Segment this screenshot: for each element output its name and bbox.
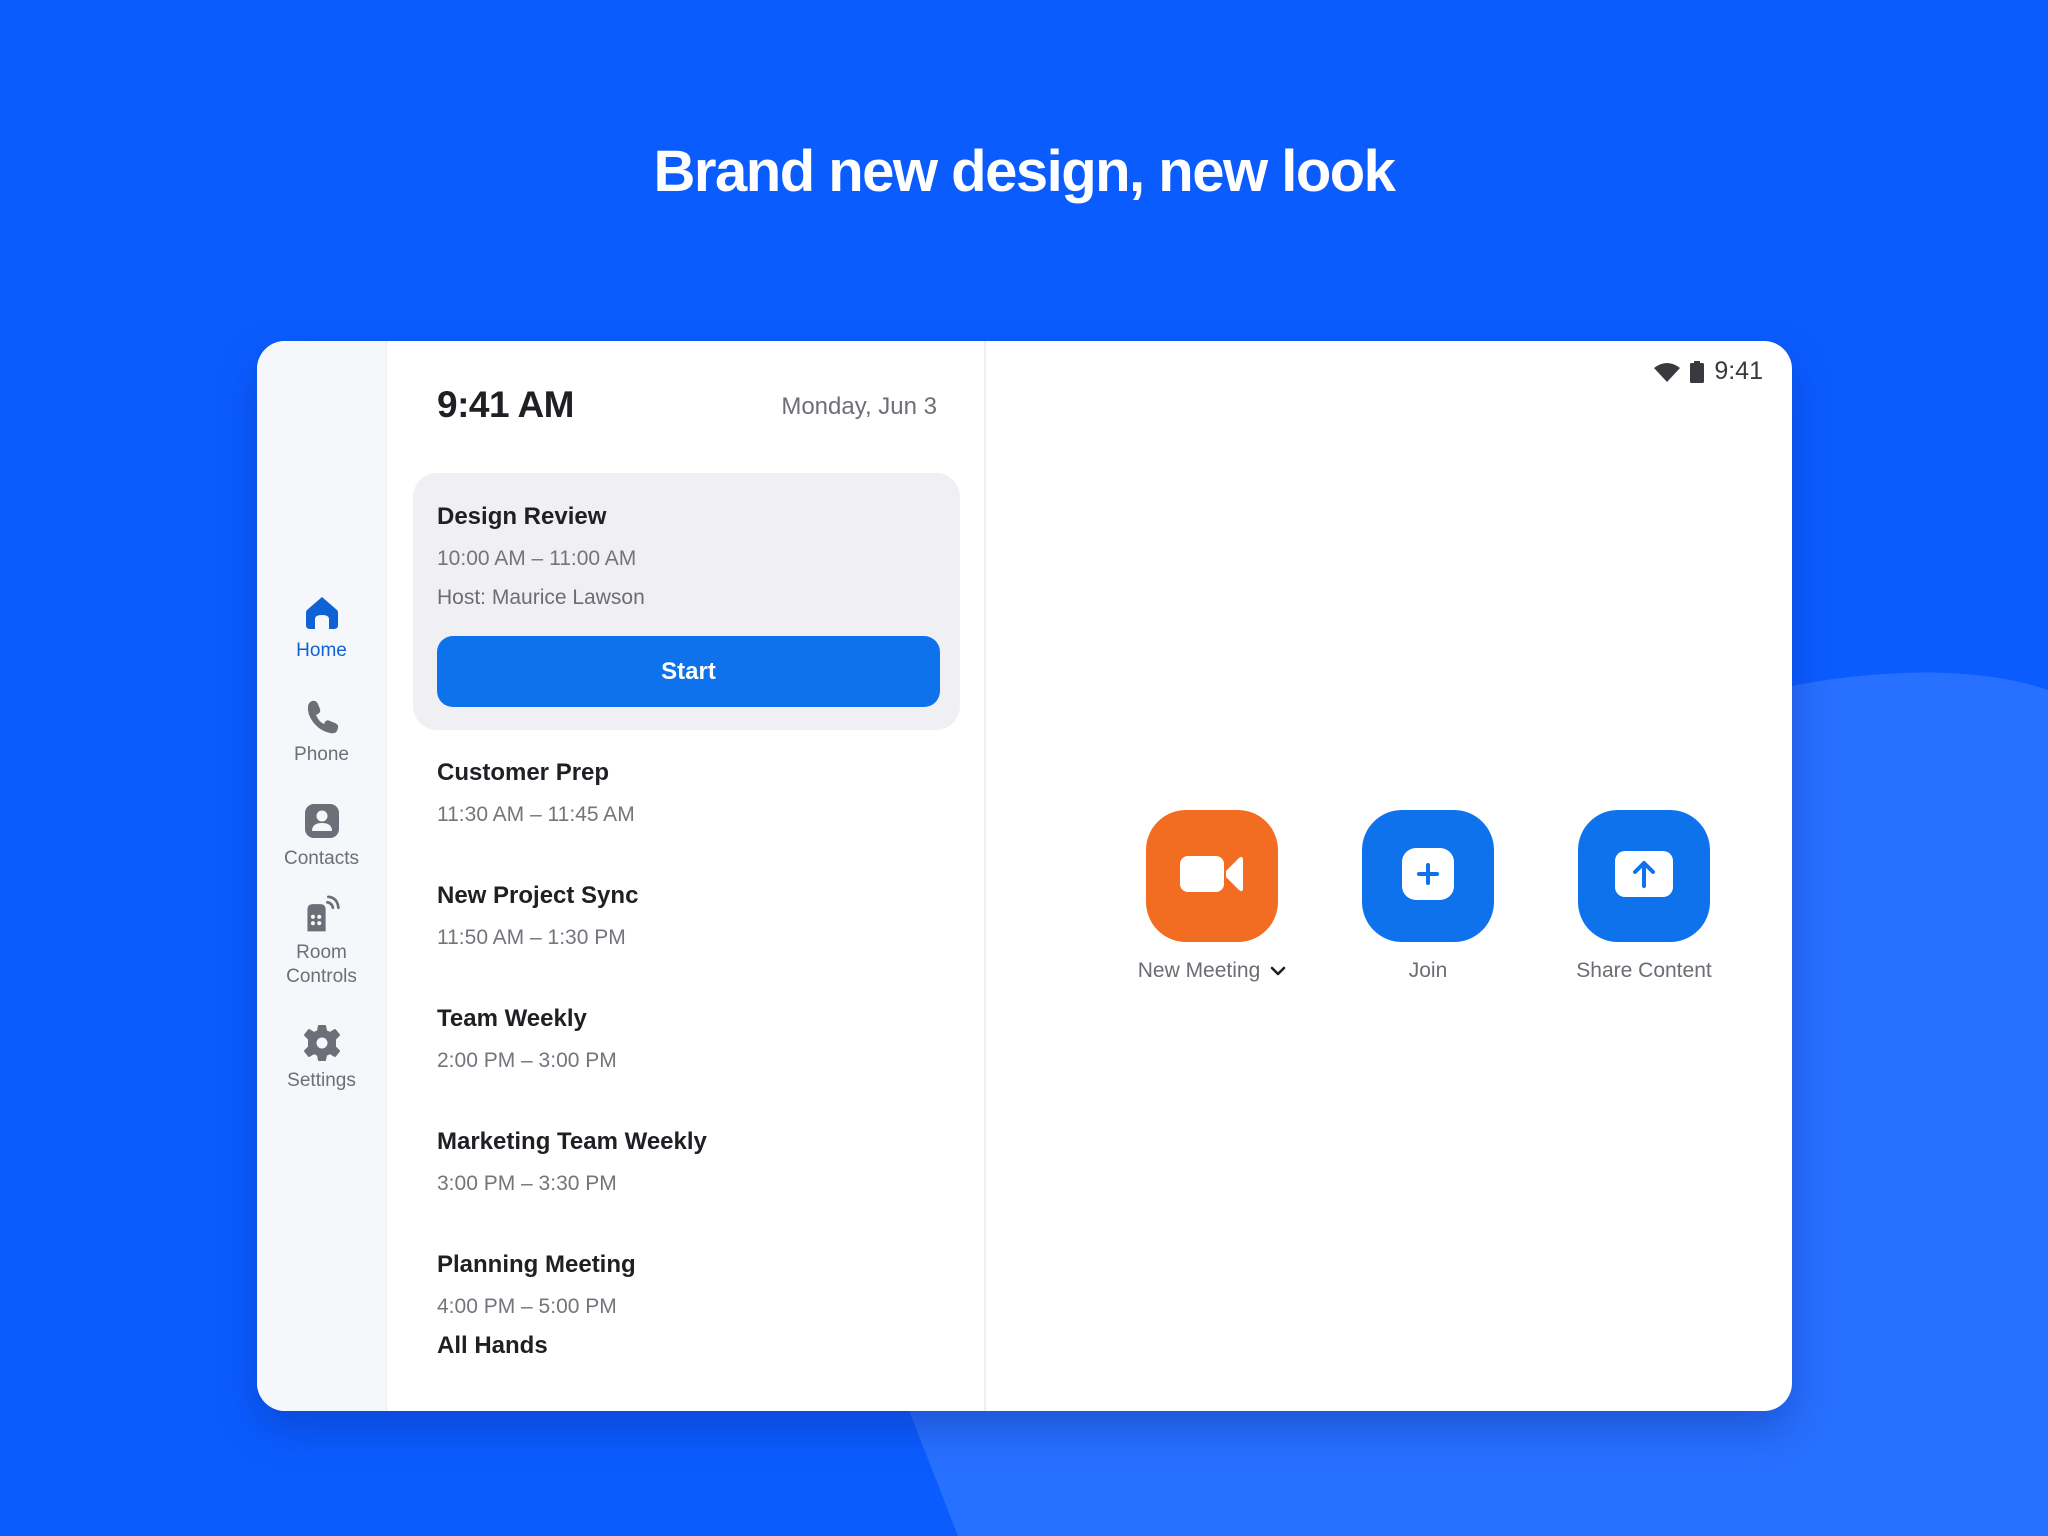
share-content-tile[interactable] — [1578, 810, 1710, 942]
meeting-title: Design Review — [437, 503, 607, 530]
share-content-button[interactable]: Share Content — [1536, 810, 1752, 985]
join-label: Join — [1409, 957, 1448, 985]
sidebar-item-home[interactable]: Home — [257, 593, 387, 663]
chevron-down-icon[interactable] — [1270, 959, 1286, 983]
quick-actions: New Meeting Join Share Content — [1104, 810, 1752, 985]
upload-arrow-icon — [1615, 850, 1673, 902]
featured-meeting-card[interactable]: Design Review 10:00 AM – 11:00 AM Host: … — [413, 473, 960, 730]
action-label-text: Join — [1408, 959, 1448, 982]
status-bar: 9:41 — [1654, 357, 1763, 386]
meeting-time: 11:50 AM – 1:30 PM — [437, 926, 626, 949]
room-controls-icon — [302, 895, 342, 935]
meeting-title: All Hands — [437, 1332, 548, 1359]
meeting-title: Planning Meeting — [437, 1251, 636, 1278]
main-pane: 9:41 New Meeting Join Share Content — [986, 341, 1792, 1411]
schedule-panel: 9:41 AM Monday, Jun 3 Design Review 10:0… — [387, 341, 986, 1411]
action-label-text: Share Content — [1576, 959, 1712, 982]
list-item[interactable]: Marketing Team Weekly 3:00 PM – 3:30 PM — [437, 1128, 957, 1251]
action-label-text: New Meeting — [1137, 959, 1261, 982]
meeting-time: 11:30 AM – 11:45 AM — [437, 803, 635, 826]
meeting-title: New Project Sync — [437, 882, 639, 909]
new-meeting-label: New Meeting — [1138, 957, 1287, 985]
list-item[interactable]: Customer Prep 11:30 AM – 11:45 AM — [437, 759, 957, 882]
phone-icon — [302, 697, 342, 737]
headline: Brand new design, new look — [653, 139, 1396, 204]
sidebar-item-label: Contacts — [284, 848, 359, 869]
list-item[interactable]: New Project Sync 11:50 AM – 1:30 PM — [437, 882, 957, 1005]
schedule-header: 9:41 AM Monday, Jun 3 — [387, 341, 984, 441]
wifi-icon — [1654, 362, 1681, 382]
sidebar-item-contacts[interactable]: Contacts — [257, 801, 387, 871]
plus-icon — [1402, 847, 1454, 905]
current-time: 9:41 AM — [437, 384, 575, 425]
battery-icon — [1690, 360, 1705, 383]
meeting-time: 3:00 PM – 3:30 PM — [437, 1172, 617, 1195]
meeting-list: Customer Prep 11:30 AM – 11:45 AM New Pr… — [437, 759, 957, 1411]
home-icon — [302, 593, 342, 633]
new-meeting-button[interactable]: New Meeting — [1104, 810, 1320, 985]
join-button[interactable]: Join — [1320, 810, 1536, 985]
gear-icon — [302, 1023, 342, 1063]
contacts-icon — [302, 801, 342, 841]
meeting-title: Team Weekly — [437, 1005, 587, 1032]
status-time: 9:41 — [1714, 357, 1763, 385]
sidebar: Home Phone Contacts Room Controls Settin… — [257, 341, 387, 1411]
join-tile[interactable] — [1362, 810, 1494, 942]
meeting-time: 2:00 PM – 3:00 PM — [437, 1049, 617, 1072]
list-item[interactable]: Team Weekly 2:00 PM – 3:00 PM — [437, 1005, 957, 1128]
sidebar-item-label: Home — [296, 640, 347, 661]
start-button[interactable]: Start — [437, 636, 940, 707]
current-date: Monday, Jun 3 — [781, 393, 937, 420]
list-item[interactable]: All Hands — [437, 1332, 957, 1411]
meeting-host: Host: Maurice Lawson — [437, 586, 645, 609]
new-meeting-tile[interactable] — [1146, 810, 1278, 942]
video-camera-icon — [1180, 854, 1244, 899]
sidebar-item-settings[interactable]: Settings — [257, 1023, 387, 1093]
sidebar-item-phone[interactable]: Phone — [257, 697, 387, 767]
share-content-label: Share Content — [1576, 957, 1711, 985]
meeting-time: 10:00 AM – 11:00 AM — [437, 547, 637, 570]
device-screen: Home Phone Contacts Room Controls Settin… — [257, 341, 1792, 1411]
sidebar-item-room-controls[interactable]: Room Controls — [257, 895, 387, 989]
meeting-title: Marketing Team Weekly — [437, 1128, 707, 1155]
sidebar-item-label: Room Controls — [286, 942, 357, 987]
meeting-time: 4:00 PM – 5:00 PM — [437, 1295, 617, 1318]
sidebar-item-label: Settings — [287, 1070, 356, 1091]
meeting-title: Customer Prep — [437, 759, 610, 786]
sidebar-item-label: Phone — [294, 744, 349, 765]
